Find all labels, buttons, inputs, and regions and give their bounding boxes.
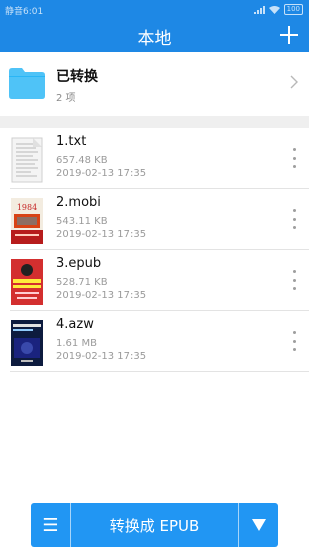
file-name: 2.mobi <box>56 195 101 210</box>
cover-title-text: 1984 <box>17 203 37 212</box>
txt-file-thumbnail <box>11 137 43 183</box>
file-name: 4.azw <box>56 317 94 332</box>
folder-icon <box>9 68 45 99</box>
converted-folder-row[interactable]: 已转换 2 项 <box>0 52 309 116</box>
file-row[interactable]: 1984 2.mobi 543.11 KB 2019-02-13 17:35 <box>0 189 309 250</box>
file-row[interactable]: 1.txt 657.48 KB 2019-02-13 17:35 <box>0 128 309 189</box>
signal-icon <box>253 5 265 14</box>
file-row[interactable]: 3.epub 528.71 KB 2019-02-13 17:35 <box>0 250 309 311</box>
file-size: 543.11 KB <box>56 216 108 227</box>
epub-book-cover <box>11 259 43 305</box>
file-size: 1.61 MB <box>56 338 97 349</box>
chevron-right-icon <box>290 75 298 89</box>
file-row[interactable]: 4.azw 1.61 MB 2019-02-13 17:35 <box>0 311 309 372</box>
page-title: 本地 <box>137 29 172 49</box>
add-button[interactable] <box>277 22 301 48</box>
row-divider <box>10 371 309 372</box>
more-options-icon[interactable] <box>287 270 301 290</box>
more-options-icon[interactable] <box>287 331 301 351</box>
file-date: 2019-02-13 17:35 <box>56 168 147 179</box>
status-bar: 静音6:01 100 <box>0 0 309 20</box>
triangle-down-icon <box>251 519 266 531</box>
menu-button[interactable]: ☰ <box>31 503 70 547</box>
plus-icon <box>280 26 298 44</box>
file-name: 3.epub <box>56 256 102 271</box>
mobi-book-cover: 1984 <box>11 198 43 244</box>
status-icons: 100 <box>253 4 303 15</box>
file-size: 657.48 KB <box>56 155 108 166</box>
file-date: 2019-02-13 17:35 <box>56 290 147 301</box>
file-date: 2019-02-13 17:35 <box>56 351 147 362</box>
file-date: 2019-02-13 17:35 <box>56 229 147 240</box>
file-name: 1.txt <box>56 134 87 149</box>
convert-to-epub-button[interactable]: 转换成 EPUB <box>71 503 238 547</box>
section-divider <box>0 116 309 128</box>
format-dropdown-button[interactable] <box>239 503 278 547</box>
status-time: 静音6:01 <box>5 7 44 17</box>
azw-book-cover <box>11 320 43 366</box>
bottom-action-bar: ☰ 转换成 EPUB <box>31 503 278 547</box>
more-options-icon[interactable] <box>287 148 301 168</box>
converted-folder-title: 已转换 <box>56 69 98 85</box>
wifi-icon <box>268 5 280 14</box>
converted-folder-count: 2 项 <box>56 93 76 104</box>
file-size: 528.71 KB <box>56 277 108 288</box>
menu-icon: ☰ <box>42 514 59 536</box>
more-options-icon[interactable] <box>287 209 301 229</box>
battery-icon: 100 <box>283 4 303 15</box>
app-bar: 本地 <box>0 20 309 52</box>
